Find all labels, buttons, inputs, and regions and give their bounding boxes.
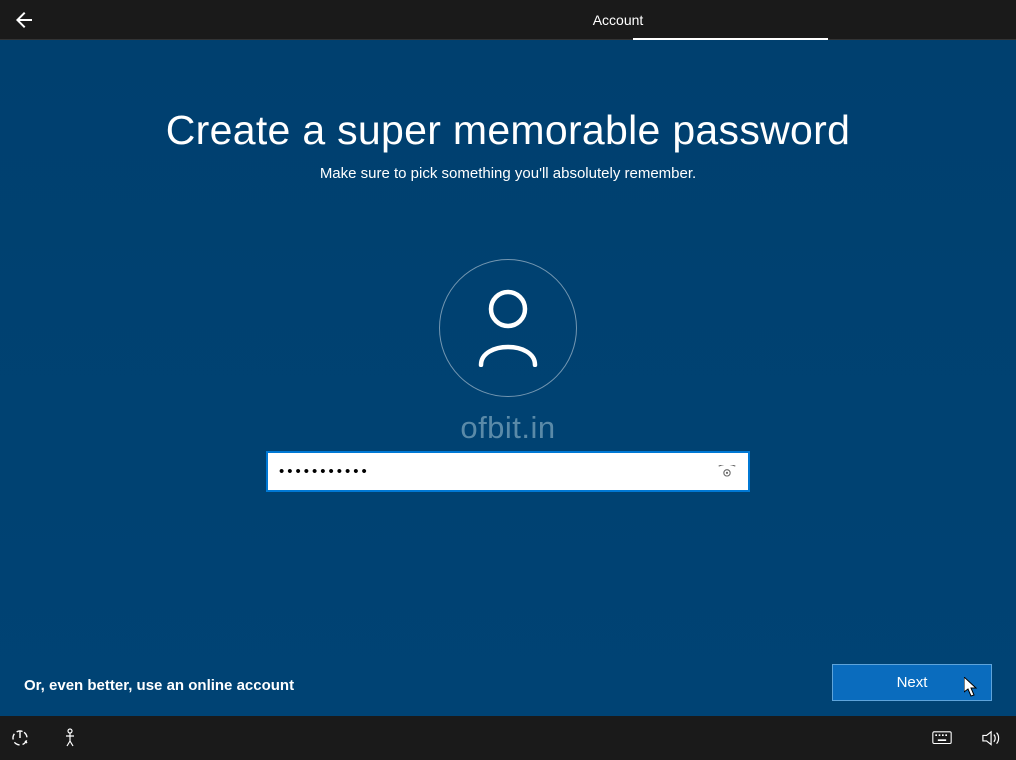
reveal-password-button[interactable] (716, 461, 738, 483)
power-icon (10, 728, 30, 748)
keyboard-icon (932, 731, 952, 744)
accessibility-icon (60, 728, 80, 748)
next-button-label: Next (897, 674, 928, 691)
subtitle: Make sure to pick something you'll absol… (320, 165, 696, 182)
ease-of-access-button[interactable] (10, 728, 30, 748)
user-icon (475, 289, 541, 367)
online-account-link[interactable]: Or, even better, use an online account (24, 677, 294, 694)
next-button[interactable]: Next (832, 664, 992, 701)
headline: Create a super memorable password (166, 107, 850, 154)
keyboard-button[interactable] (932, 728, 952, 748)
password-field-wrap (266, 451, 750, 492)
password-input[interactable] (268, 453, 748, 490)
back-button[interactable] (4, 0, 44, 40)
page-title: Account (448, 12, 788, 28)
speaker-icon (982, 730, 1002, 746)
accessibility-button[interactable] (60, 728, 80, 748)
avatar (439, 259, 577, 397)
main-content: Create a super memorable password Make s… (0, 40, 1016, 716)
title-bar: Account (0, 0, 1016, 40)
watermark-text: ofbit.in (460, 410, 555, 446)
back-arrow-icon (12, 8, 36, 32)
taskbar (0, 716, 1016, 760)
volume-button[interactable] (982, 728, 1002, 748)
eye-icon (717, 465, 737, 479)
